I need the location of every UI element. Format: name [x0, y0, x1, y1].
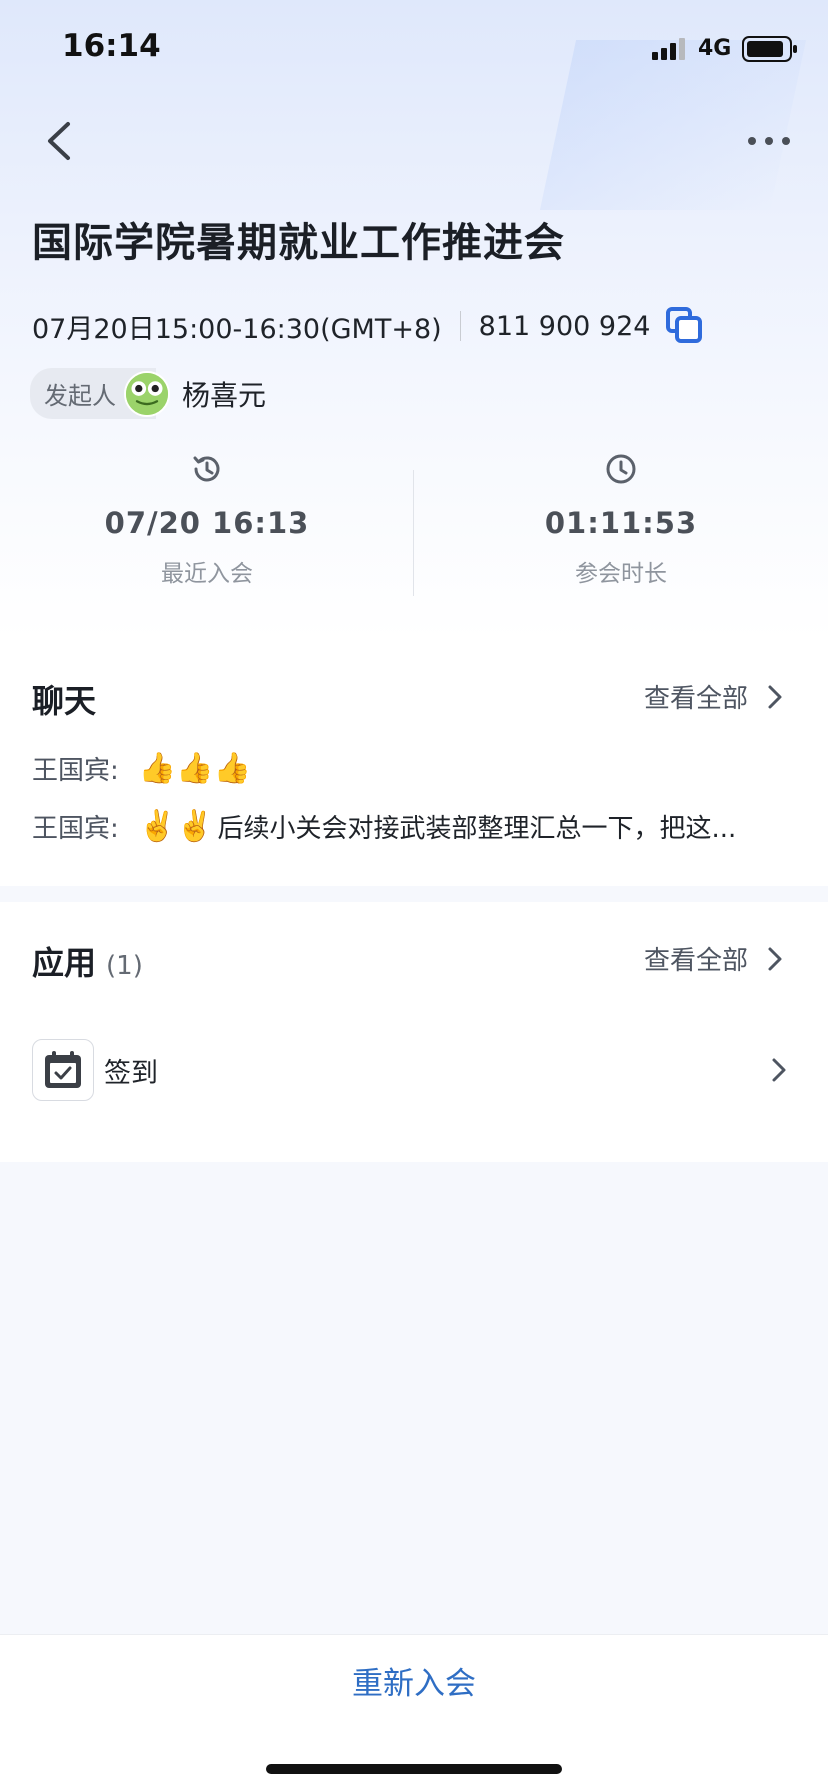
status-time: 16:14 [62, 28, 161, 64]
rejoin-button[interactable]: 重新入会 [0, 1658, 828, 1703]
view-all-label: 查看全部 [643, 684, 748, 714]
initiator-row: 发起人 杨喜元 [30, 368, 266, 419]
meeting-time-range: 07月20日15:00-16:30(GMT+8) [32, 313, 442, 345]
chat-emojis: 👍👍👍 [138, 751, 251, 786]
apps-view-all-button[interactable]: 查看全部 [644, 940, 786, 977]
more-options-button[interactable] [744, 126, 794, 156]
stat-label: 参会时长 [575, 561, 667, 587]
meeting-meta: 07月20日15:00-16:30(GMT+8) 811 900 924 [32, 306, 704, 346]
stat-value: 01:11:53 [544, 506, 698, 540]
chat-emojis: ✌️✌️ [138, 809, 214, 844]
meta-divider [459, 311, 461, 341]
home-indicator[interactable] [266, 1764, 562, 1774]
apps-count: (1) [106, 951, 143, 981]
signal-icon [652, 38, 685, 60]
stat-duration: 01:11:53 参会时长 [414, 452, 828, 588]
stat-value: 07/20 16:13 [104, 506, 310, 540]
app-item-checkin[interactable]: 签到 [32, 1038, 790, 1102]
back-button[interactable] [40, 118, 80, 164]
initiator-name: 杨喜元 [182, 378, 267, 412]
chat-view-all-button[interactable]: 查看全部 [644, 678, 786, 715]
stat-last-join: 07/20 16:13 最近入会 [0, 452, 414, 588]
chat-title-text: 聊天 [32, 682, 97, 720]
app-label: 签到 [104, 1057, 158, 1089]
chevron-right-icon [772, 1058, 786, 1082]
apps-card: 应用 (1) 查看全部 签到 [0, 902, 828, 1162]
network-type: 4G [698, 36, 732, 61]
avatar [124, 370, 170, 417]
chat-message[interactable]: 王国宾: 👍👍👍 [32, 750, 792, 787]
chevron-right-icon [768, 685, 782, 708]
apps-title-text: 应用 [32, 944, 97, 982]
battery-icon [742, 36, 797, 62]
chat-sender: 王国宾: [32, 814, 119, 844]
meeting-id[interactable]: 811 900 924 [479, 311, 651, 342]
chat-card: 聊天 查看全部 王国宾: 👍👍👍 王国宾: ✌️✌️ 后续小关会对接武装部整理汇… [0, 640, 828, 886]
checkin-calendar-icon [32, 1039, 94, 1101]
chevron-right-icon [768, 947, 782, 970]
chat-message[interactable]: 王国宾: ✌️✌️ 后续小关会对接武装部整理汇总一下，把这... [32, 808, 792, 845]
chat-text: 后续小关会对接武装部整理汇总一下，把这... [217, 814, 737, 844]
chat-section-title: 聊天 [32, 676, 97, 728]
copy-icon[interactable] [664, 306, 704, 346]
view-all-label: 查看全部 [643, 946, 748, 976]
stat-label: 最近入会 [161, 561, 253, 587]
clock-icon [606, 454, 636, 484]
meeting-title: 国际学院暑期就业工作推进会 [32, 220, 565, 266]
apps-section-title: 应用 (1) [32, 938, 143, 990]
history-icon [193, 456, 220, 482]
chat-sender: 王国宾: [32, 756, 119, 786]
